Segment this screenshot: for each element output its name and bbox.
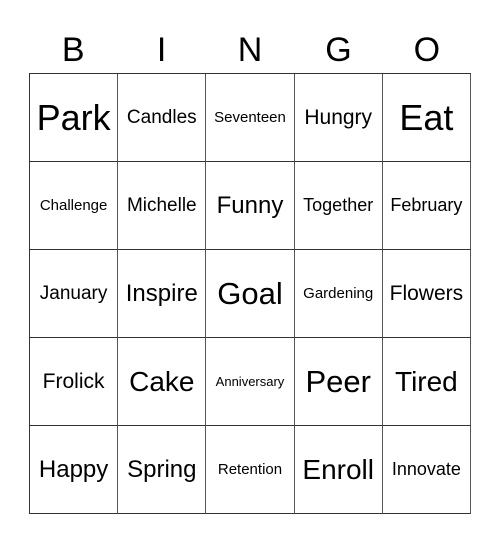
bingo-cell[interactable]: Seventeen: [206, 74, 295, 162]
bingo-cell[interactable]: Retention: [206, 426, 295, 514]
header-letter-i: I: [156, 31, 167, 69]
bingo-card-grid: Park Candles Seventeen Hungry Eat Challe…: [29, 73, 471, 514]
bingo-cell[interactable]: February: [382, 162, 471, 250]
bingo-cell[interactable]: Tired: [382, 338, 471, 426]
bingo-cell[interactable]: Eat: [382, 74, 471, 162]
bingo-cell[interactable]: Inspire: [118, 250, 207, 338]
bingo-header: B I N G O: [29, 28, 471, 73]
header-letter-b: B: [61, 31, 85, 69]
bingo-cell[interactable]: Together: [294, 162, 383, 250]
bingo-cell[interactable]: Park: [30, 74, 119, 162]
bingo-cell[interactable]: Funny: [206, 162, 295, 250]
bingo-cell[interactable]: January: [30, 250, 119, 338]
bingo-cell[interactable]: Challenge: [30, 162, 119, 250]
bingo-cell[interactable]: Frolick: [30, 338, 119, 426]
bingo-cell[interactable]: Michelle: [118, 162, 207, 250]
bingo-cell[interactable]: Enroll: [294, 426, 383, 514]
bingo-cell[interactable]: Peer: [294, 338, 383, 426]
bingo-cell[interactable]: Happy: [30, 426, 119, 514]
header-letter-o: O: [413, 31, 441, 69]
bingo-cell[interactable]: Goal: [206, 250, 295, 338]
bingo-cell[interactable]: Anniversary: [206, 338, 295, 426]
bingo-cell[interactable]: Spring: [118, 426, 207, 514]
header-letter-g: G: [325, 31, 352, 69]
bingo-cell[interactable]: Cake: [118, 338, 207, 426]
bingo-cell[interactable]: Hungry: [294, 74, 383, 162]
header-letter-n: N: [237, 31, 263, 69]
bingo-cell[interactable]: Candles: [118, 74, 207, 162]
bingo-cell[interactable]: Gardening: [294, 250, 383, 338]
bingo-cell[interactable]: Flowers: [382, 250, 471, 338]
bingo-cell[interactable]: Innovate: [382, 426, 471, 514]
